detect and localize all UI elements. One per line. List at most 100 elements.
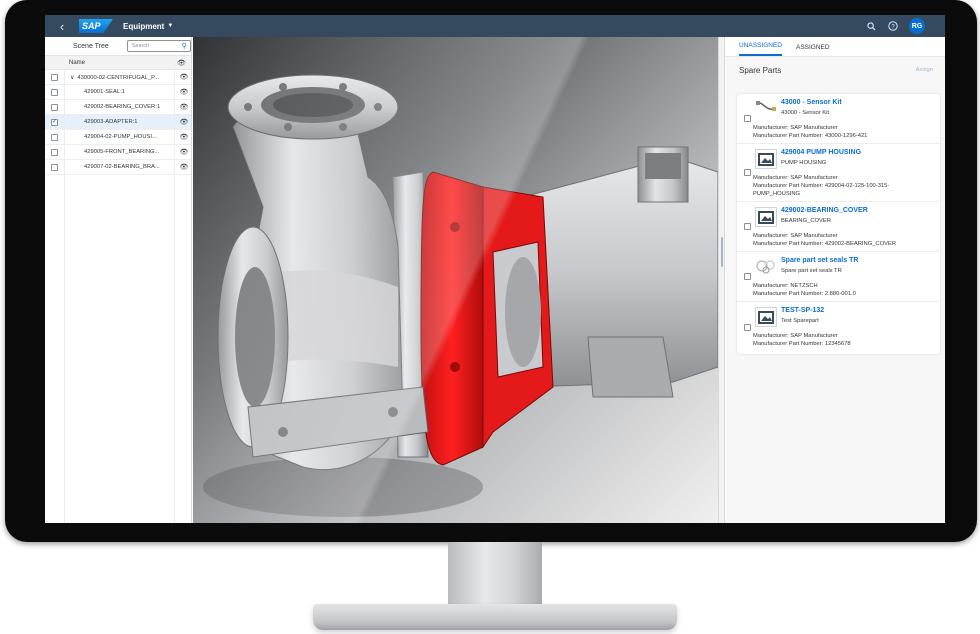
- tree-row[interactable]: ∨ 430000-02-CENTRIFUGAL_P... 👁: [45, 70, 191, 85]
- visibility-eye-icon[interactable]: 👁: [177, 73, 191, 81]
- spare-part-meta-line: Manufacturer Part Number: 12345678: [753, 341, 851, 347]
- spare-part-item[interactable]: TEST-SP-132 Test Sparepart Manufacturer: S…: [737, 302, 940, 354]
- row-checkbox[interactable]: [51, 88, 58, 96]
- spare-part-meta-line: Manufacturer Part Number: 2.880-001.0: [753, 291, 856, 297]
- 3d-viewport[interactable]: [193, 37, 718, 523]
- spare-part-title-link[interactable]: 429002-BEARING_COVER: [781, 207, 868, 214]
- tree-row-label: 429005-FRONT_BEARING...: [84, 149, 160, 155]
- spare-part-checkbox[interactable]: [744, 324, 751, 331]
- spare-part-meta-line: Manufacturer: SAP Manufacturer: [753, 333, 838, 339]
- spare-part-title-link[interactable]: Spare part set seals TR: [781, 257, 858, 264]
- app-title[interactable]: Equipment: [123, 22, 164, 31]
- visibility-eye-icon[interactable]: 👁: [177, 88, 191, 96]
- image-placeholder-icon: [755, 149, 777, 169]
- search-placeholder: Search: [131, 43, 150, 49]
- tab-assigned[interactable]: ASSIGNED: [796, 44, 830, 56]
- seal-kit-icon: [755, 257, 777, 277]
- column-name-label: Name: [69, 59, 86, 66]
- spare-part-description: BEARING_COVER: [781, 218, 831, 224]
- assign-button[interactable]: Assign: [916, 67, 933, 73]
- sap-logo: SAP: [79, 19, 113, 33]
- visibility-eye-icon[interactable]: 👁: [177, 148, 191, 156]
- spare-part-description: Test Sparepart: [781, 318, 819, 324]
- eye-icon[interactable]: 👁: [177, 59, 191, 67]
- spare-part-checkbox[interactable]: [744, 115, 751, 122]
- row-checkbox[interactable]: [51, 163, 58, 171]
- tree-row[interactable]: 429007-02-BEARING_BRA... 👁: [45, 160, 191, 175]
- scene-tree-column-header: Name 👁: [45, 55, 191, 70]
- row-checkbox[interactable]: ✓: [51, 118, 58, 126]
- spare-part-meta-line: PUMP_HOUSING: [753, 191, 801, 197]
- row-checkbox[interactable]: [51, 73, 58, 81]
- spare-part-item[interactable]: Spare part set seals TR Spare part set se…: [737, 252, 940, 302]
- row-checkbox[interactable]: [51, 133, 58, 141]
- tree-row[interactable]: 429004-02-PUMP_HOUSI... 👁: [45, 130, 191, 145]
- spare-part-item[interactable]: 429004 PUMP HOUSING PUMP HOUSING Manufactu…: [737, 144, 940, 202]
- scene-tree-panel: Scene Tree Search ⚲ Name 👁 ∨ 430000-02-CE…: [45, 37, 192, 523]
- spare-part-description: Spare part set seals TR: [781, 268, 842, 274]
- expand-caret-icon[interactable]: ∨: [70, 75, 74, 81]
- spare-part-checkbox[interactable]: [744, 169, 751, 176]
- tree-row[interactable]: ✓ 429003-ADAPTER:1 👁: [45, 115, 191, 130]
- image-placeholder-icon: [755, 307, 777, 327]
- spare-part-description: PUMP HOUSING: [781, 160, 827, 166]
- caret-down-icon[interactable]: ▼: [167, 23, 173, 29]
- spare-part-meta: Manufacturer: SAP Manufacturer Manufactur…: [753, 174, 889, 198]
- row-checkbox[interactable]: [51, 103, 58, 111]
- spare-part-description: 43000 - Sensor Kit: [781, 110, 830, 116]
- spare-part-meta: Manufacturer: SAP Manufacturer Manufactur…: [753, 332, 851, 348]
- spare-part-title-link[interactable]: 429004 PUMP HOUSING: [781, 149, 861, 156]
- visibility-eye-icon[interactable]: 👁: [177, 118, 191, 126]
- search-icon[interactable]: ⚲: [182, 42, 187, 50]
- app-screen: ‹ SAP Equipment ▼ ? RG Scene Tree Search…: [45, 15, 945, 523]
- visibility-eye-icon[interactable]: 👁: [177, 163, 191, 171]
- spare-part-meta: Manufacturer: SAP Manufacturer Manufactur…: [753, 124, 867, 140]
- visibility-eye-icon[interactable]: 👁: [177, 133, 191, 141]
- spare-part-item[interactable]: 43000 - Sensor Kit 43000 - Sensor Kit Manu…: [737, 94, 940, 144]
- search-icon[interactable]: [865, 20, 877, 32]
- spare-part-meta: Manufacturer: NETZSCH Manufacturer Part N…: [753, 282, 856, 298]
- tree-row-label: 429001-SEAL:1: [84, 89, 125, 95]
- spare-part-item[interactable]: 429002-BEARING_COVER BEARING_COVER Manufac…: [737, 202, 940, 252]
- scene-tree-rows: ∨ 430000-02-CENTRIFUGAL_P... 👁 429001-SEAL:…: [45, 70, 191, 175]
- spare-part-title-link[interactable]: 43000 - Sensor Kit: [781, 99, 842, 106]
- scene-tree-search-input[interactable]: Search ⚲: [126, 40, 191, 52]
- tab-bar: UNASSIGNED ASSIGNED: [725, 37, 945, 57]
- tab-unassigned[interactable]: UNASSIGNED: [739, 42, 782, 56]
- spare-part-checkbox[interactable]: [744, 273, 751, 280]
- avatar[interactable]: RG: [909, 18, 925, 34]
- tree-row-label: 429002-BEARING_COVER:1: [84, 104, 161, 110]
- tree-row-label: 429003-ADAPTER:1: [84, 119, 138, 125]
- spare-part-meta-line: Manufacturer Part Number: 429004-02-125-…: [753, 183, 890, 189]
- tree-row-label: 430000-02-CENTRIFUGAL_P...: [77, 74, 160, 81]
- spare-part-meta-line: Manufacturer Part Number: 43000-1296-421: [753, 133, 868, 139]
- tree-row-label: 429004-02-PUMP_HOUSI...: [84, 134, 157, 140]
- tree-row[interactable]: 429005-FRONT_BEARING... 👁: [45, 145, 191, 160]
- monitor-stand-neck: [448, 542, 542, 612]
- monitor-frame: ‹ SAP Equipment ▼ ? RG Scene Tree Search…: [5, 0, 977, 542]
- back-button[interactable]: ‹: [51, 15, 73, 37]
- spare-parts-list: 43000 - Sensor Kit 43000 - Sensor Kit Manu…: [737, 94, 940, 354]
- spare-part-checkbox[interactable]: [744, 223, 751, 230]
- spare-part-meta-line: Manufacturer: SAP Manufacturer: [753, 233, 838, 239]
- cable-icon: [755, 99, 777, 119]
- pump-model[interactable]: [193, 37, 718, 523]
- tree-row[interactable]: 429001-SEAL:1 👁: [45, 85, 191, 100]
- scene-tree-title: Scene Tree: [73, 42, 109, 50]
- spare-part-meta-line: Manufacturer: SAP Manufacturer: [753, 175, 838, 181]
- visibility-eye-icon[interactable]: 👁: [177, 103, 191, 111]
- tree-row[interactable]: 429002-BEARING_COVER:1 👁: [45, 100, 191, 115]
- row-checkbox[interactable]: [51, 148, 58, 156]
- spare-part-meta-line: Manufacturer: NETZSCH: [753, 283, 818, 289]
- spare-part-title-link[interactable]: TEST-SP-132: [781, 307, 824, 314]
- spare-parts-panel: UNASSIGNED ASSIGNED Spare Parts Assign 4…: [724, 37, 945, 523]
- chevron-left-icon: ‹: [59, 18, 65, 34]
- spare-part-meta: Manufacturer: SAP Manufacturer Manufactur…: [753, 232, 896, 248]
- help-icon[interactable]: ?: [887, 20, 899, 32]
- spare-part-meta-line: Manufacturer: SAP Manufacturer: [753, 125, 838, 131]
- spare-parts-title: Spare Parts: [739, 65, 782, 75]
- spare-part-meta-line: Manufacturer Part Number: 429002-BEARING…: [753, 241, 897, 247]
- tree-row-label: 429007-02-BEARING_BRA...: [84, 164, 160, 170]
- monitor-stand-base: [313, 604, 677, 630]
- image-placeholder-icon: [755, 207, 777, 227]
